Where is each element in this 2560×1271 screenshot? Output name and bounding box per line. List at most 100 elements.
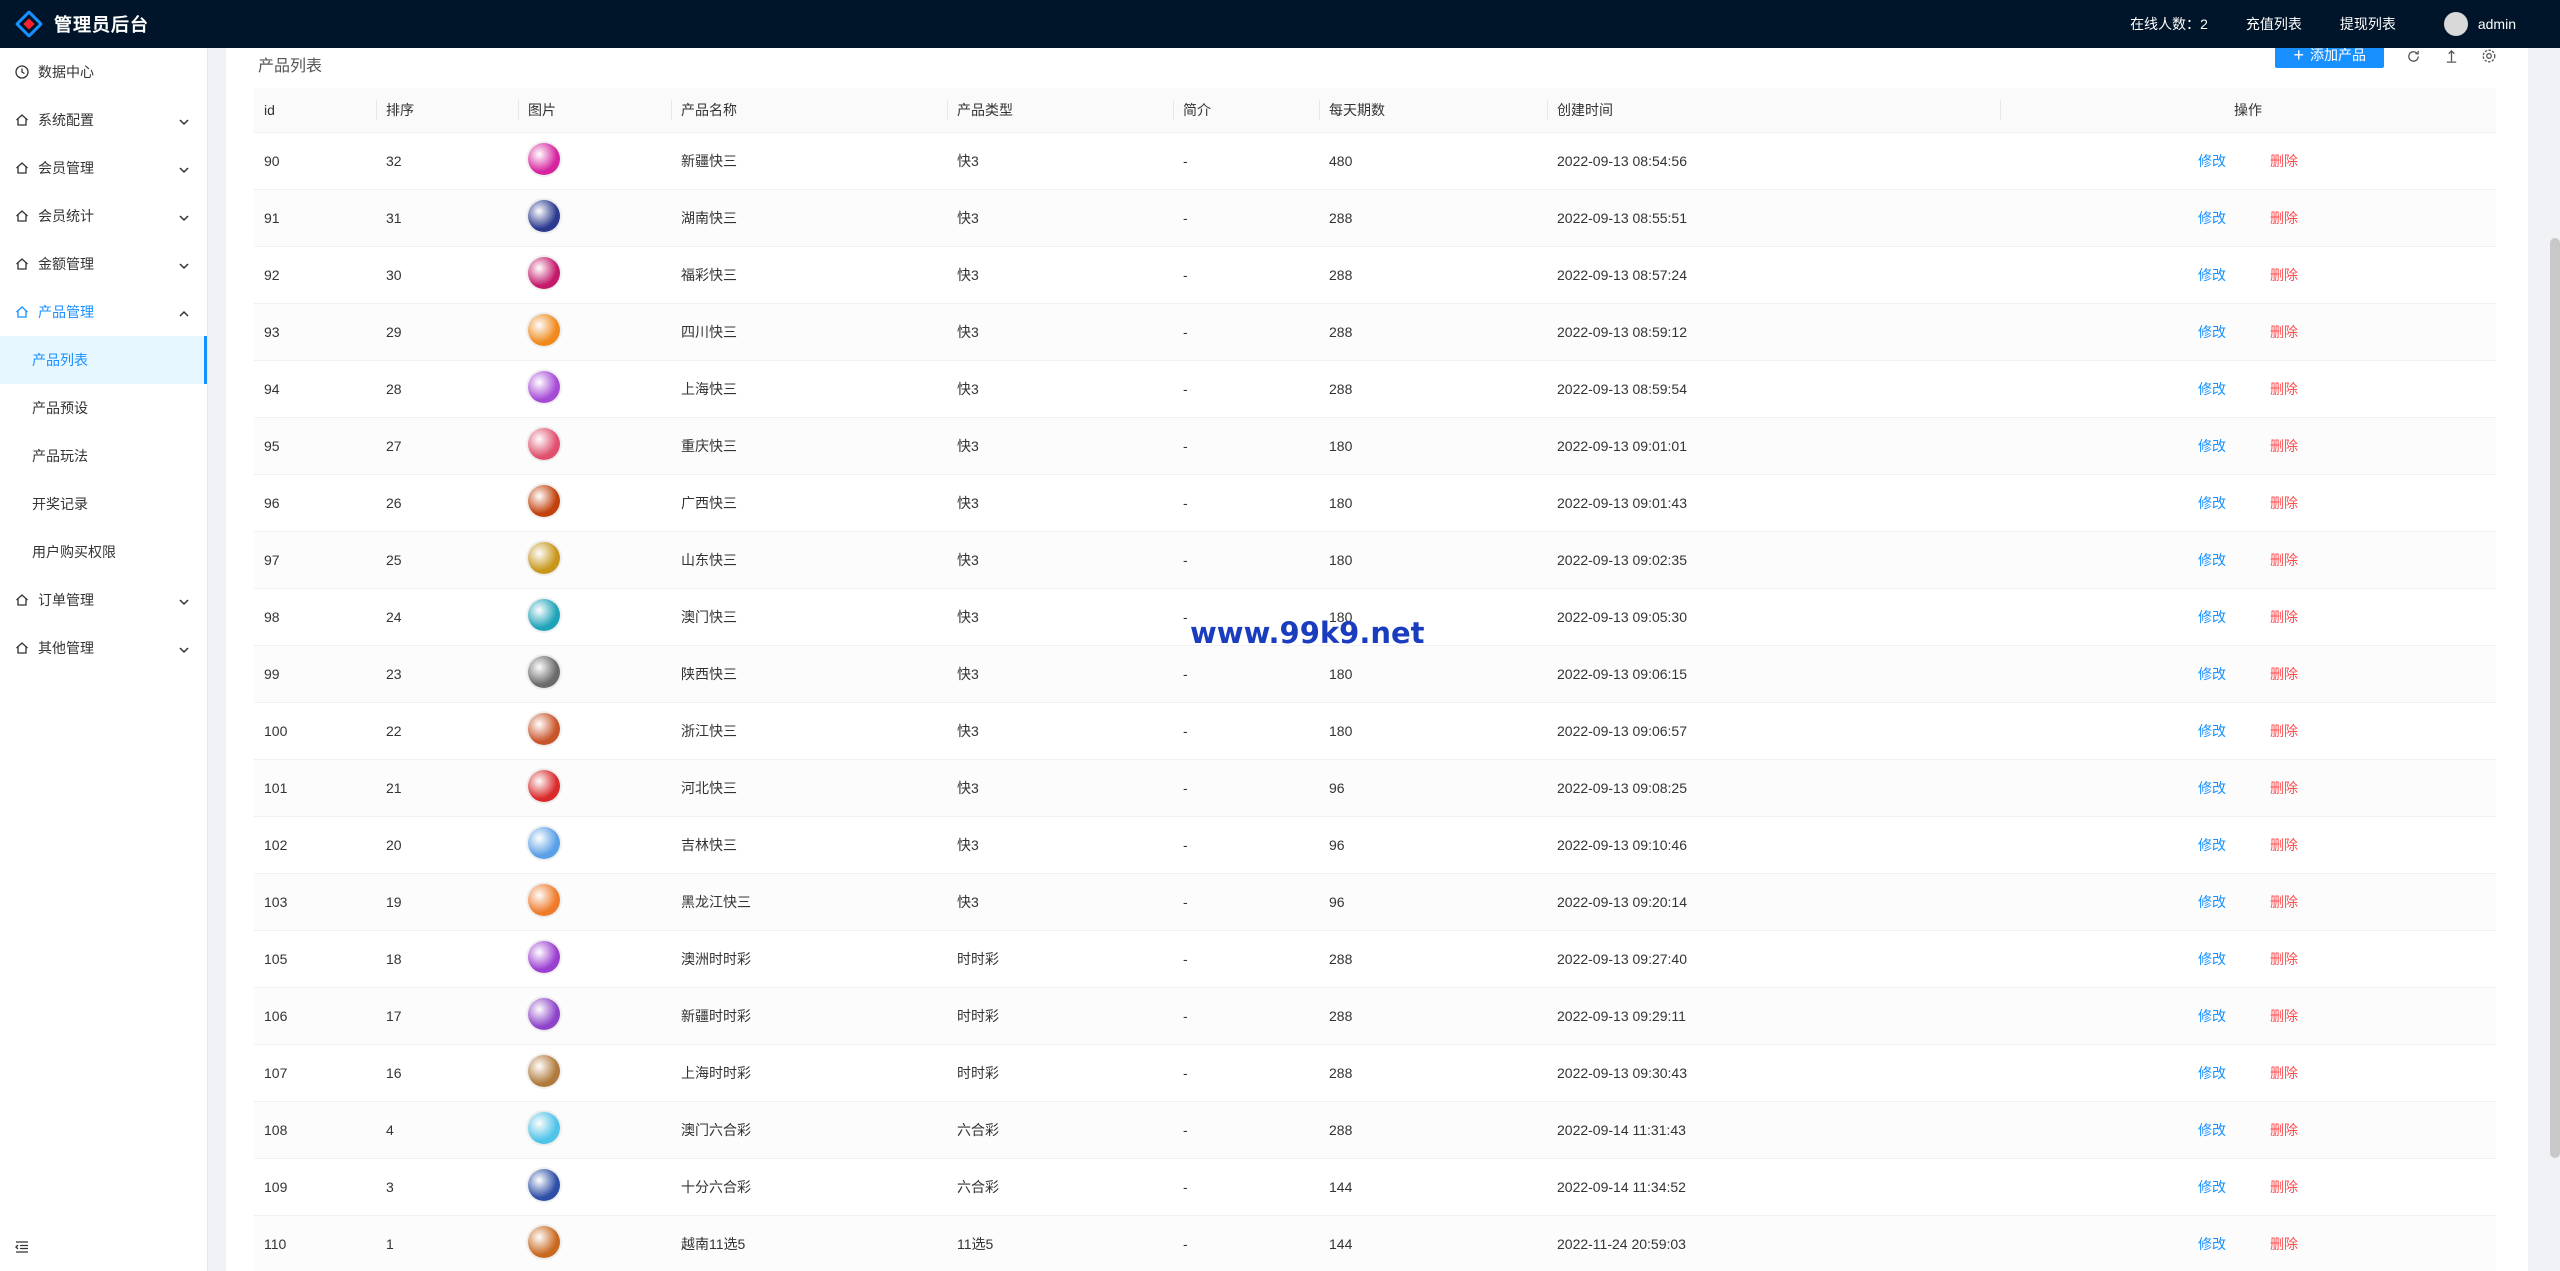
sidebar-item-data-center[interactable]: 数据中心 xyxy=(0,48,207,96)
cell-product-type: 六合彩 xyxy=(947,1158,1173,1216)
home-icon xyxy=(14,256,30,272)
edit-button[interactable]: 修改 xyxy=(2198,723,2226,739)
withdraw-list-link[interactable]: 提现列表 xyxy=(2340,14,2396,34)
delete-button[interactable]: 删除 xyxy=(2270,153,2298,169)
delete-button[interactable]: 删除 xyxy=(2270,951,2298,967)
setting-icon[interactable] xyxy=(2480,48,2498,65)
delete-button[interactable]: 删除 xyxy=(2270,1065,2298,1081)
delete-button[interactable]: 删除 xyxy=(2270,438,2298,454)
edit-button[interactable]: 修改 xyxy=(2198,552,2226,568)
edit-button[interactable]: 修改 xyxy=(2198,267,2226,283)
sidebar-item-amount-manage[interactable]: 金额管理 xyxy=(0,240,207,288)
col-intro[interactable]: 简介 xyxy=(1173,88,1319,133)
delete-button[interactable]: 删除 xyxy=(2270,723,2298,739)
reload-icon[interactable] xyxy=(2404,48,2422,65)
user-menu[interactable]: admin xyxy=(2443,12,2516,36)
delete-button[interactable]: 删除 xyxy=(2270,837,2298,853)
cell-created-time: 2022-09-14 11:34:52 xyxy=(1547,1158,2000,1216)
cell-intro: - xyxy=(1173,873,1319,931)
sidebar-item-system-config[interactable]: 系统配置 xyxy=(0,96,207,144)
edit-button[interactable]: 修改 xyxy=(2198,1236,2226,1252)
sidebar-subitem-user-purchase-permission[interactable]: 用户购买权限 xyxy=(0,528,207,576)
sidebar-item-product-manage[interactable]: 产品管理 xyxy=(0,288,207,336)
cell-id: 105 xyxy=(254,930,376,988)
edit-button[interactable]: 修改 xyxy=(2198,1065,2226,1081)
delete-button[interactable]: 删除 xyxy=(2270,381,2298,397)
cell-daily-periods: 288 xyxy=(1319,189,1547,247)
edit-button[interactable]: 修改 xyxy=(2198,438,2226,454)
edit-button[interactable]: 修改 xyxy=(2198,1122,2226,1138)
delete-button[interactable]: 删除 xyxy=(2270,894,2298,910)
delete-button[interactable]: 删除 xyxy=(2270,780,2298,796)
sidebar-item-label: 金额管理 xyxy=(38,256,94,272)
cell-intro: - xyxy=(1173,930,1319,988)
sidebar-item-order-manage[interactable]: 订单管理 xyxy=(0,576,207,624)
edit-button[interactable]: 修改 xyxy=(2198,609,2226,625)
delete-button[interactable]: 删除 xyxy=(2270,495,2298,511)
edit-button[interactable]: 修改 xyxy=(2198,324,2226,340)
delete-button[interactable]: 删除 xyxy=(2270,267,2298,283)
cell-daily-periods: 288 xyxy=(1319,246,1547,304)
logo[interactable]: 管理员后台 xyxy=(0,9,210,39)
delete-button[interactable]: 删除 xyxy=(2270,1179,2298,1195)
cell-created-time: 2022-11-24 20:59:03 xyxy=(1547,1215,2000,1271)
edit-button[interactable]: 修改 xyxy=(2198,495,2226,511)
product-image xyxy=(528,143,560,175)
edit-button[interactable]: 修改 xyxy=(2198,153,2226,169)
column-height-icon[interactable] xyxy=(2442,48,2460,65)
sidebar-subitem-product-preset[interactable]: 产品预设 xyxy=(0,384,207,432)
add-product-label: 添加产品 xyxy=(2310,48,2366,63)
cell-actions: 修改 删除 xyxy=(2000,1044,2496,1102)
sidebar-subitem-draw-records[interactable]: 开奖记录 xyxy=(0,480,207,528)
cell-daily-periods: 288 xyxy=(1319,360,1547,418)
cell-actions: 修改 删除 xyxy=(2000,303,2496,361)
cell-created-time: 2022-09-13 09:01:01 xyxy=(1547,417,2000,475)
product-image xyxy=(528,371,560,403)
edit-button[interactable]: 修改 xyxy=(2198,894,2226,910)
delete-button[interactable]: 删除 xyxy=(2270,1122,2298,1138)
menu-fold-icon[interactable] xyxy=(14,1239,34,1259)
sidebar-item-member-manage[interactable]: 会员管理 xyxy=(0,144,207,192)
edit-button[interactable]: 修改 xyxy=(2198,780,2226,796)
cell-actions: 修改 删除 xyxy=(2000,1101,2496,1159)
col-product-name[interactable]: 产品名称 xyxy=(671,88,947,133)
sidebar-subitem-product-play[interactable]: 产品玩法 xyxy=(0,432,207,480)
col-daily-periods[interactable]: 每天期数 xyxy=(1319,88,1547,133)
delete-button[interactable]: 删除 xyxy=(2270,210,2298,226)
recharge-list-link[interactable]: 充值列表 xyxy=(2246,14,2302,34)
delete-button[interactable]: 删除 xyxy=(2270,552,2298,568)
edit-button[interactable]: 修改 xyxy=(2198,210,2226,226)
cell-id: 103 xyxy=(254,873,376,931)
delete-button[interactable]: 删除 xyxy=(2270,324,2298,340)
edit-button[interactable]: 修改 xyxy=(2198,837,2226,853)
sidebar-item-member-stats[interactable]: 会员统计 xyxy=(0,192,207,240)
cell-actions: 修改 删除 xyxy=(2000,246,2496,304)
col-image[interactable]: 图片 xyxy=(518,88,671,133)
delete-button[interactable]: 删除 xyxy=(2270,1008,2298,1024)
cell-daily-periods: 144 xyxy=(1319,1158,1547,1216)
edit-button[interactable]: 修改 xyxy=(2198,951,2226,967)
cell-created-time: 2022-09-13 09:10:46 xyxy=(1547,816,2000,874)
delete-button[interactable]: 删除 xyxy=(2270,609,2298,625)
cell-product-name: 福彩快三 xyxy=(671,246,947,304)
product-image xyxy=(528,713,560,745)
delete-button[interactable]: 删除 xyxy=(2270,1236,2298,1252)
cell-sort: 31 xyxy=(376,189,518,247)
edit-button[interactable]: 修改 xyxy=(2198,1008,2226,1024)
cell-id: 107 xyxy=(254,1044,376,1102)
delete-button[interactable]: 删除 xyxy=(2270,666,2298,682)
col-product-type[interactable]: 产品类型 xyxy=(947,88,1173,133)
sidebar-subitem-product-list[interactable]: 产品列表 xyxy=(0,336,207,384)
home-icon xyxy=(14,160,30,176)
edit-button[interactable]: 修改 xyxy=(2198,1179,2226,1195)
col-sort[interactable]: 排序 xyxy=(376,88,518,133)
col-id[interactable]: id xyxy=(254,88,376,133)
add-product-button[interactable]: + 添加产品 xyxy=(2275,48,2384,68)
sidebar-item-other-manage[interactable]: 其他管理 xyxy=(0,624,207,672)
table-row: 103 19 黑龙江快三 快3-96 2022-09-13 09:20:14 修改 删除 xyxy=(254,873,2496,931)
edit-button[interactable]: 修改 xyxy=(2198,381,2226,397)
cell-actions: 修改 删除 xyxy=(2000,531,2496,589)
col-created-time[interactable]: 创建时间 xyxy=(1547,88,2000,133)
edit-button[interactable]: 修改 xyxy=(2198,666,2226,682)
vertical-scrollbar[interactable] xyxy=(2550,238,2560,1158)
